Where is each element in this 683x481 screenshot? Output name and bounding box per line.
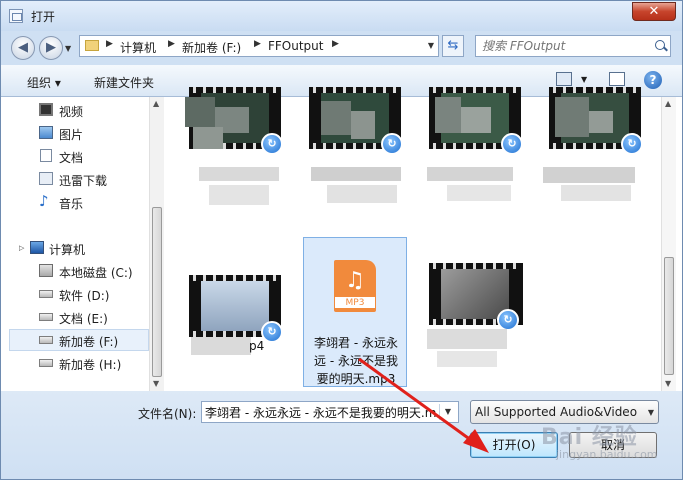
open-file-dialog: 打开 ✕ ◀ ▶ ▼ ▶ 计算机 ▶ 新加卷 (F:) ▶ FFOutput ▶…	[0, 0, 683, 480]
file-name: p4	[249, 339, 265, 353]
file-list: ↻ ↻ ↻ ↻ ↻ p4 ♫ MP3 李翊君 - 永远永 远 - 永远不是我 要…	[165, 87, 682, 391]
scroll-up-arrow-icon[interactable]: ▲	[153, 99, 159, 108]
computer-icon	[30, 241, 44, 254]
sidebar-item-label: 视频	[59, 105, 84, 119]
dialog-icon	[9, 9, 23, 23]
download-icon	[39, 172, 53, 185]
file-name-line-1: 李翊君 - 永远永	[314, 336, 398, 350]
breadcrumb-computer[interactable]: 计算机	[120, 39, 156, 56]
filename-label: 文件名(N):	[138, 407, 197, 421]
watermark-url: jingyan.baidu.com	[556, 448, 658, 461]
chevron-right-icon[interactable]: ▶	[254, 39, 261, 49]
search-box[interactable]	[475, 35, 671, 57]
file-item-video[interactable]: ↻	[291, 87, 403, 205]
recent-locations-dropdown[interactable]: ▼	[65, 44, 71, 53]
chevron-right-icon[interactable]: ▶	[168, 39, 175, 49]
drive-icon	[39, 336, 53, 344]
drive-icon	[39, 313, 53, 321]
breadcrumb-ffoutput[interactable]: FFOutput	[268, 39, 324, 53]
file-item-video[interactable]: ↻	[411, 239, 523, 367]
file-item-video[interactable]: ↻	[531, 87, 643, 205]
view-options-chevron-icon[interactable]: ▼	[581, 75, 587, 84]
title-bar: 打开 ✕	[1, 1, 682, 31]
media-player-badge-icon: ↻	[261, 133, 283, 155]
file-name-line-3: 要的明天.mp3	[316, 372, 396, 386]
sidebar-item-drive-e[interactable]: 文档 (E:)	[1, 306, 149, 328]
preview-pane-icon[interactable]	[609, 72, 625, 86]
navigation-pane: 视频 图片 文档 迅雷下载 ♪ 音乐 ▷ 计算机 本地磁盘 (C:) 软件 (D…	[1, 97, 165, 391]
scroll-up-arrow-icon[interactable]: ▲	[665, 99, 671, 108]
sidebar-item-music[interactable]: ♪ 音乐	[1, 191, 149, 213]
mp3-file-icon: ♫ MP3	[334, 260, 376, 312]
watermark-logo: Bai 经验	[541, 425, 638, 450]
sidebar-item-videos[interactable]: 视频	[1, 99, 149, 121]
music-icon: ♪	[39, 192, 49, 210]
file-item-video[interactable]: ↻ p4	[171, 239, 283, 357]
drive-icon	[39, 359, 53, 367]
media-player-badge-icon: ↻	[381, 133, 403, 155]
sidebar-item-label: 文档 (E:)	[59, 312, 108, 326]
music-note-icon: ♫	[345, 268, 365, 293]
search-input[interactable]	[482, 38, 642, 54]
sidebar-item-drive-f[interactable]: 新加卷 (F:)	[9, 329, 149, 351]
chevron-down-icon[interactable]: ▼	[648, 408, 654, 417]
filename-input[interactable]	[205, 404, 437, 420]
sidebar-item-label: 本地磁盘 (C:)	[59, 266, 133, 280]
sidebar-scrollbar[interactable]: ▲ ▼	[149, 97, 164, 391]
sidebar-item-drive-c[interactable]: 本地磁盘 (C:)	[1, 260, 149, 282]
sidebar-scroll-thumb[interactable]	[152, 207, 162, 377]
system-drive-icon	[39, 264, 53, 277]
scroll-down-arrow-icon[interactable]: ▼	[665, 379, 671, 388]
breadcrumb-drive-f[interactable]: 新加卷 (F:)	[182, 39, 241, 56]
sidebar-item-drive-d[interactable]: 软件 (D:)	[1, 283, 149, 305]
new-folder-button[interactable]: 新建文件夹	[94, 74, 154, 91]
document-icon	[40, 149, 52, 162]
drive-icon	[39, 290, 53, 298]
scroll-down-arrow-icon[interactable]: ▼	[153, 379, 159, 388]
sidebar-item-label: 计算机	[49, 243, 86, 257]
file-item-video[interactable]: ↻	[171, 87, 283, 205]
file-name-line-2: 远 - 永远不是我	[314, 354, 398, 368]
file-item-mp3-selected[interactable]: ♫ MP3 李翊君 - 永远永 远 - 永远不是我 要的明天.mp3	[303, 237, 407, 387]
organize-button[interactable]: 组织 ▾	[27, 74, 61, 91]
dialog-title: 打开	[31, 10, 56, 24]
file-type-value: All Supported Audio&Video	[475, 405, 638, 419]
sidebar-item-documents[interactable]: 文档	[1, 145, 149, 167]
sidebar-item-pictures[interactable]: 图片	[1, 122, 149, 144]
sidebar-item-label: 音乐	[59, 197, 84, 211]
sidebar-item-drive-h[interactable]: 新加卷 (H:)	[1, 352, 149, 374]
file-list-scroll-thumb[interactable]	[664, 257, 674, 375]
sidebar-item-label: 图片	[59, 128, 84, 142]
media-player-badge-icon: ↻	[497, 309, 519, 331]
help-button[interactable]: ?	[644, 71, 662, 89]
chevron-right-icon[interactable]: ▶	[106, 39, 113, 49]
search-icon[interactable]	[655, 40, 665, 50]
sidebar-item-label: 文档	[59, 151, 84, 165]
media-player-badge-icon: ↻	[501, 133, 523, 155]
chevron-down-icon[interactable]: ▼	[439, 404, 456, 420]
file-format-badge: MP3	[334, 296, 376, 309]
breadcrumb[interactable]: ▶ 计算机 ▶ 新加卷 (F:) ▶ FFOutput ▶ ▼	[79, 35, 439, 57]
navigation-bar: ◀ ▶ ▼ ▶ 计算机 ▶ 新加卷 (F:) ▶ FFOutput ▶ ▼ ⇆	[1, 31, 682, 63]
sidebar-item-label: 软件 (D:)	[59, 289, 110, 303]
video-icon	[39, 103, 53, 116]
picture-icon	[39, 126, 53, 139]
file-item-video[interactable]: ↻	[411, 87, 523, 205]
chevron-right-icon[interactable]: ▶	[332, 39, 339, 49]
folder-icon	[85, 40, 99, 51]
change-view-icon[interactable]	[556, 72, 572, 86]
sidebar-item-label: 新加卷 (F:)	[59, 335, 119, 349]
sidebar-item-label: 新加卷 (H:)	[59, 358, 122, 372]
file-list-scrollbar[interactable]: ▲ ▼	[661, 97, 676, 391]
media-player-badge-icon: ↻	[621, 133, 643, 155]
forward-button[interactable]: ▶	[39, 36, 63, 60]
sidebar-item-xunlei-downloads[interactable]: 迅雷下载	[1, 168, 149, 190]
filename-combobox[interactable]: ▼	[201, 401, 459, 423]
sidebar-item-label: 迅雷下载	[59, 174, 108, 188]
chevron-down-icon[interactable]: ▼	[428, 41, 434, 50]
close-button[interactable]: ✕	[632, 2, 676, 21]
back-button[interactable]: ◀	[11, 36, 35, 60]
sidebar-item-computer[interactable]: ▷ 计算机	[1, 237, 149, 259]
refresh-button[interactable]: ⇆	[442, 35, 464, 57]
